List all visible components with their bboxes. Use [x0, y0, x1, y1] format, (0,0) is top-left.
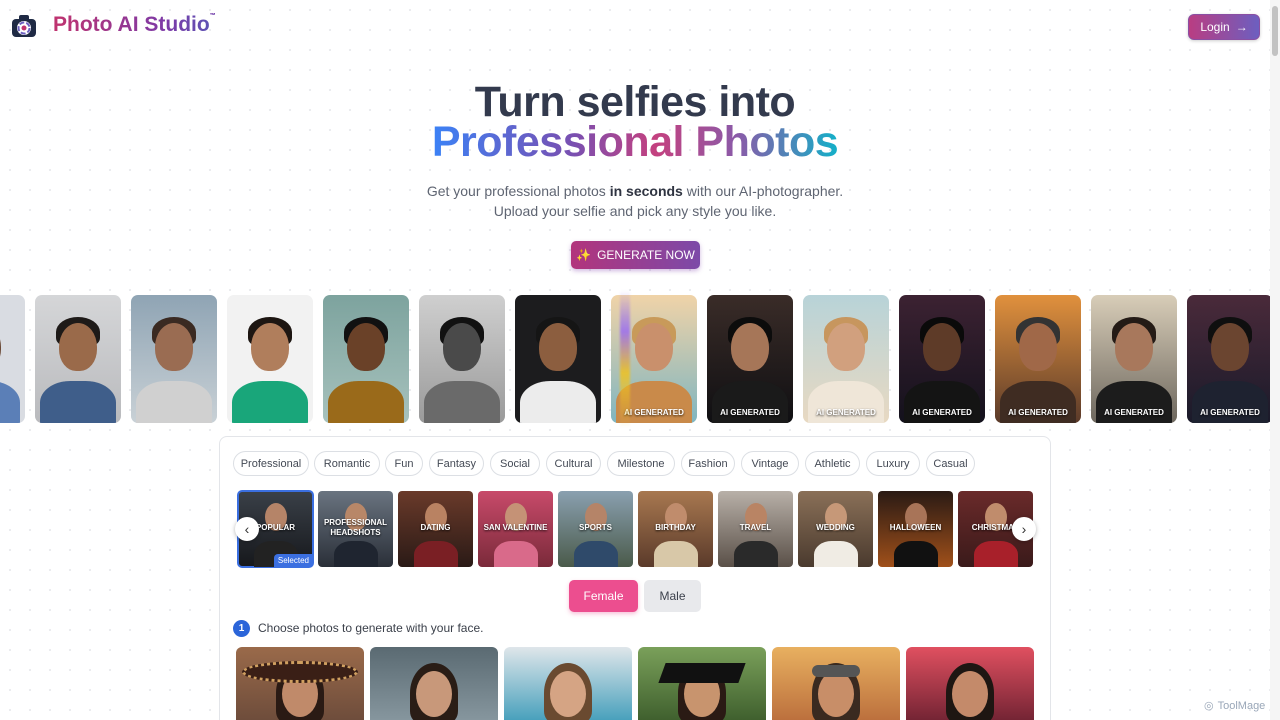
strip-photo-ai: AI GENERATED [1187, 295, 1270, 423]
top-header: Photo AI Studio™ Login → [0, 0, 1270, 54]
strip-photo-ai: AI GENERATED [1091, 295, 1177, 423]
category-label: TRAVEL [739, 523, 772, 532]
style-tab[interactable]: Vintage [741, 451, 799, 476]
category-card-headshots[interactable]: PROFESSIONAL HEADSHOTS [318, 491, 393, 567]
hero-subtitle: Get your professional photos in seconds … [426, 183, 844, 199]
category-card-valentine[interactable]: SAN VALENTINE [478, 491, 553, 567]
photo-option[interactable] [638, 647, 766, 720]
brand-name[interactable]: Photo AI Studio™ [53, 13, 216, 37]
category-label: SAN VALENTINE [483, 523, 548, 532]
category-carousel: POPULAR Selected PROFESSIONAL HEADSHOTS D… [237, 490, 1033, 568]
category-card-sports[interactable]: SPORTS [558, 491, 633, 567]
category-card-wedding[interactable]: WEDDING [798, 491, 873, 567]
category-label: PROFESSIONAL HEADSHOTS [323, 518, 388, 537]
step-instruction: Choose photos to generate with your face… [258, 621, 484, 635]
style-tab[interactable]: Professional [233, 451, 309, 476]
category-card-dating[interactable]: DATING [398, 491, 473, 567]
strip-photo-ai: AI GENERATED [995, 295, 1081, 423]
scroll-thumb[interactable] [1272, 6, 1278, 56]
strip-photo-ai: AI GENERATED [803, 295, 889, 423]
ai-generated-badge: AI GENERATED [912, 408, 972, 417]
chevron-left-icon: ‹ [244, 521, 250, 537]
style-tab[interactable]: Romantic [314, 451, 380, 476]
page-scrollbar[interactable] [1270, 0, 1280, 720]
magic-wand-icon: ✨ [576, 248, 592, 262]
photo-option[interactable] [504, 647, 632, 720]
scan-divider [620, 290, 630, 428]
generate-now-button[interactable]: ✨ GENERATE NOW [571, 241, 700, 269]
style-tab[interactable]: Milestone [607, 451, 675, 476]
strip-photo [323, 295, 409, 423]
strip-photo-ai: AI GENERATED [899, 295, 985, 423]
photo-option[interactable] [370, 647, 498, 720]
login-button[interactable]: Login → [1188, 14, 1260, 40]
login-label: Login [1200, 20, 1230, 34]
hero-title-gradient: Professional Photos [431, 118, 839, 166]
toolmage-logo-icon: ◎ [1204, 700, 1214, 712]
strip-photo-ai: AI GENERATED [707, 295, 793, 423]
style-tab[interactable]: Athletic [805, 451, 860, 476]
strip-photo [35, 295, 121, 423]
category-label: DATING [420, 523, 451, 532]
ai-generated-badge: AI GENERATED [1008, 408, 1068, 417]
category-label: SPORTS [579, 523, 612, 532]
photo-option[interactable] [772, 647, 900, 720]
ai-generated-badge: AI GENERATED [720, 408, 780, 417]
category-label: HALLOWEEN [889, 523, 942, 532]
style-tab[interactable]: Luxury [866, 451, 920, 476]
ai-generated-badge: AI GENERATED [1200, 408, 1260, 417]
category-card-halloween[interactable]: HALLOWEEN [878, 491, 953, 567]
category-label: BIRTHDAY [655, 523, 696, 532]
strip-photo [227, 295, 313, 423]
style-tab[interactable]: Social [490, 451, 540, 476]
strip-photo [515, 295, 601, 423]
style-tab[interactable]: Fashion [681, 451, 735, 476]
category-label: WEDDING [816, 523, 855, 532]
generate-label: GENERATE NOW [597, 248, 695, 262]
male-toggle[interactable]: Male [644, 580, 701, 612]
carousel-next-button[interactable]: › [1012, 517, 1036, 541]
chevron-right-icon: › [1021, 521, 1027, 537]
photo-option[interactable] [236, 647, 364, 720]
ai-generated-badge: AI GENERATED [1104, 408, 1164, 417]
step-number-badge: 1 [233, 620, 250, 637]
camera-logo-icon[interactable] [10, 12, 38, 40]
arrow-right-icon: → [1235, 20, 1248, 34]
style-tab[interactable]: Cultural [546, 451, 601, 476]
strip-photo [419, 295, 505, 423]
female-toggle[interactable]: Female [569, 580, 638, 612]
carousel-prev-button[interactable]: ‹ [235, 517, 259, 541]
strip-photo [131, 295, 217, 423]
style-tab[interactable]: Fantasy [429, 451, 484, 476]
watermark-text: ToolMage [1217, 699, 1266, 712]
photo-choice-grid [236, 647, 1036, 720]
photo-strip: AI GENERATED AI GENERATED AI GENERATED A… [0, 295, 1270, 423]
selected-badge: Selected [273, 554, 313, 567]
ai-generated-badge: AI GENERATED [816, 408, 876, 417]
style-tab[interactable]: Fun [385, 451, 423, 476]
photo-option[interactable] [906, 647, 1034, 720]
strip-photo [0, 295, 25, 423]
hero-subtitle-line2: Upload your selfie and pick any style yo… [493, 203, 777, 219]
category-card-birthday[interactable]: BIRTHDAY [638, 491, 713, 567]
category-card-travel[interactable]: TRAVEL [718, 491, 793, 567]
watermark: ◎ ToolMage [1204, 699, 1266, 713]
style-tab[interactable]: Casual [926, 451, 975, 476]
